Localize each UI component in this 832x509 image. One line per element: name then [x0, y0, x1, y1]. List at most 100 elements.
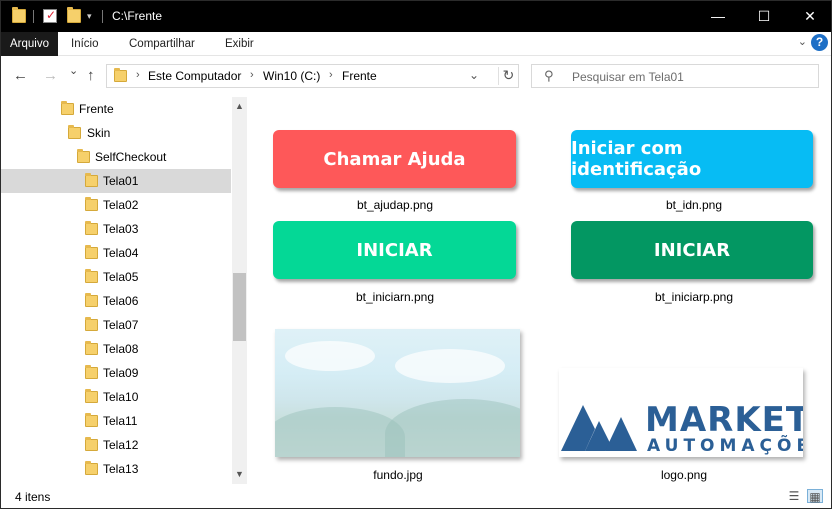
- tree-item-selfcheckout[interactable]: SelfCheckout: [1, 145, 231, 169]
- divider: [33, 10, 34, 23]
- tree-item-tela13[interactable]: Tela13: [1, 457, 231, 481]
- minimize-button[interactable]: —: [695, 1, 741, 32]
- explorer-window: ▾ C:\Frente — ☐ ✕ Arquivo Início Compart…: [0, 0, 832, 509]
- tree-item-tela06[interactable]: Tela06: [1, 289, 231, 313]
- properties-icon[interactable]: [43, 8, 57, 23]
- item-count: 4 itens: [15, 490, 51, 504]
- logo-mark-icon: [561, 405, 637, 451]
- tree-item-label: Tela06: [103, 294, 139, 308]
- breadcrumb-separator[interactable]: ›: [136, 69, 140, 81]
- tree-item-tela11[interactable]: Tela11: [1, 409, 231, 433]
- new-folder-icon[interactable]: [67, 7, 81, 23]
- search-box[interactable]: ⚲ Pesquisar em Tela01: [531, 64, 819, 88]
- tree-item-tela03[interactable]: Tela03: [1, 217, 231, 241]
- scrollbar-thumb[interactable]: [233, 273, 246, 341]
- title-bar: ▾ C:\Frente — ☐ ✕: [1, 1, 831, 32]
- folder-icon: [85, 389, 98, 403]
- customize-toolbar-icon[interactable]: ▾: [87, 11, 92, 22]
- tree-item-tela05[interactable]: Tela05: [1, 265, 231, 289]
- tree-item-label: Tela11: [103, 414, 138, 428]
- breadcrumb-frente[interactable]: Frente: [342, 69, 377, 83]
- file-name: bt_iniciarn.png: [355, 290, 435, 304]
- tree-item-label: SelfCheckout: [95, 150, 167, 164]
- tree-item-label: Tela02: [103, 198, 139, 212]
- tree-item-skin[interactable]: Skin: [1, 121, 231, 145]
- ribbon-tabs: Arquivo Início Compartilhar Exibir ⌄ ?: [1, 32, 831, 56]
- breadcrumb-separator[interactable]: ›: [329, 69, 333, 81]
- tree-item-label: Tela01: [103, 174, 139, 188]
- tree-item-label: Tela12: [103, 438, 139, 452]
- breadcrumb-separator[interactable]: ›: [250, 69, 254, 81]
- tree-item-tela01[interactable]: Tela01: [1, 169, 231, 193]
- help-icon[interactable]: ?: [811, 34, 828, 51]
- file-thumbnail: Chamar Ajuda: [273, 130, 516, 188]
- large-icons-view-icon[interactable]: ▦: [807, 489, 823, 504]
- tree-item-label: Tela07: [103, 318, 139, 332]
- folder-icon: [85, 365, 98, 379]
- tree-item-label: Tela05: [103, 270, 139, 284]
- tree-item-frente[interactable]: Frente: [1, 97, 231, 121]
- file-name: bt_ajudap.png: [356, 198, 434, 212]
- logo-text: MARKET: [645, 400, 803, 440]
- folder-icon: [85, 293, 98, 307]
- tree-item-tela08[interactable]: Tela08: [1, 337, 231, 361]
- tab-inicio[interactable]: Início: [62, 32, 108, 56]
- window-title: C:\Frente: [112, 9, 163, 23]
- scroll-down-icon[interactable]: ▼: [235, 469, 244, 479]
- folder-icon: [85, 413, 98, 427]
- maximize-button[interactable]: ☐: [741, 1, 787, 32]
- tree-item-label: Tela03: [103, 222, 139, 236]
- details-view-icon[interactable]: ☰: [786, 489, 802, 503]
- tab-compartilhar[interactable]: Compartilhar: [120, 32, 204, 56]
- close-button[interactable]: ✕: [787, 1, 831, 32]
- tree-item-label: Tela08: [103, 342, 139, 356]
- file-thumbnail: Iniciar com identificação: [571, 130, 813, 188]
- folder-icon: [61, 101, 74, 115]
- folder-icon: [85, 437, 98, 451]
- divider: [102, 10, 103, 23]
- folder-icon: [85, 269, 98, 283]
- file-name: bt_idn.png: [665, 198, 723, 212]
- tree-item-label: Skin: [87, 126, 111, 140]
- folder-icon: [77, 149, 90, 163]
- search-icon: ⚲: [544, 68, 554, 83]
- navigation-bar: ← → ⌄ ↑ › Este Computador › Win10 (C:) ›…: [1, 57, 831, 95]
- file-list: Chamar Ajuda bt_ajudap.png Iniciar com i…: [249, 97, 831, 484]
- cloud-shape: [285, 341, 375, 371]
- file-name: logo.png: [660, 468, 708, 482]
- folder-icon: [85, 197, 98, 211]
- refresh-icon[interactable]: ↻: [498, 67, 518, 85]
- tab-arquivo[interactable]: Arquivo: [1, 32, 58, 56]
- tree-item-label: Frente: [79, 102, 114, 116]
- tree-item-tela04[interactable]: Tela04: [1, 241, 231, 265]
- folder-icon: [85, 221, 98, 235]
- up-button[interactable]: ↑: [87, 67, 95, 84]
- breadcrumb-este-computador[interactable]: Este Computador: [148, 69, 241, 83]
- chevron-down-icon[interactable]: ⌄: [798, 35, 807, 48]
- scroll-up-icon[interactable]: ▲: [235, 101, 244, 111]
- folder-icon: [85, 173, 98, 187]
- file-thumbnail: INICIAR: [273, 221, 516, 279]
- tree-item-tela02[interactable]: Tela02: [1, 193, 231, 217]
- tree-scrollbar[interactable]: ▲ ▼: [232, 97, 247, 484]
- file-name: bt_iniciarp.png: [654, 290, 734, 304]
- tab-exibir[interactable]: Exibir: [216, 32, 263, 56]
- folder-icon: [85, 245, 98, 259]
- address-bar[interactable]: › Este Computador › Win10 (C:) › Frente …: [106, 64, 519, 88]
- file-thumbnail: [275, 329, 520, 457]
- file-thumbnail: MARKET AUTOMAÇÕES: [559, 368, 803, 457]
- folder-icon: [85, 341, 98, 355]
- address-dropdown-icon[interactable]: ⌄: [469, 68, 479, 82]
- breadcrumb-win10[interactable]: Win10 (C:): [263, 69, 320, 83]
- back-button[interactable]: ←: [13, 67, 28, 84]
- forward-button[interactable]: →: [43, 67, 58, 84]
- folder-icon: [68, 125, 81, 139]
- recent-locations-button[interactable]: ⌄: [69, 64, 78, 77]
- tree-item-tela12[interactable]: Tela12: [1, 433, 231, 457]
- logo-subtext: AUTOMAÇÕES: [647, 436, 803, 456]
- folder-icon: [85, 317, 98, 331]
- tree-item-tela07[interactable]: Tela07: [1, 313, 231, 337]
- search-input[interactable]: Pesquisar em Tela01: [572, 70, 684, 84]
- tree-item-tela09[interactable]: Tela09: [1, 361, 231, 385]
- tree-item-tela10[interactable]: Tela10: [1, 385, 231, 409]
